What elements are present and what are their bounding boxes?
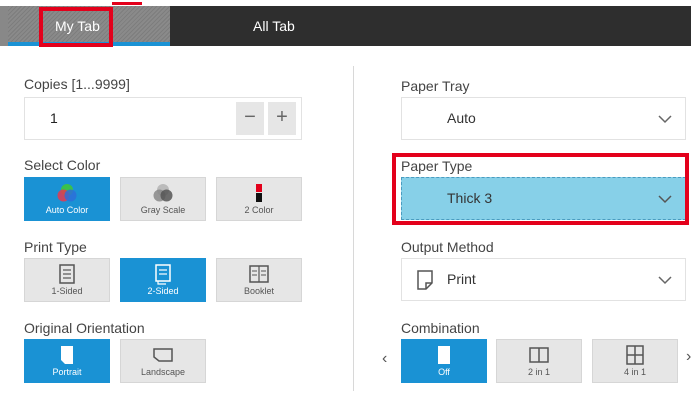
booklet-button[interactable]: Booklet [216, 258, 302, 302]
chevron-down-icon [658, 276, 672, 285]
combination-label: Combination [401, 320, 480, 336]
output-method-label: Output Method [401, 239, 494, 255]
chevron-down-icon [658, 115, 672, 124]
two-sided-icon [155, 264, 171, 285]
auto-color-button[interactable]: Auto Color [24, 177, 110, 221]
copies-label: Copies [1...9999] [24, 76, 130, 92]
portrait-label: Portrait [52, 367, 82, 377]
landscape-icon [153, 348, 173, 362]
two-color-button[interactable]: 2 Color [216, 177, 302, 221]
portrait-icon [61, 346, 73, 364]
four-in-one-icon [626, 345, 644, 365]
paper-type-highlight-box [392, 153, 689, 225]
two-sided-button[interactable]: 2-Sided [120, 258, 206, 302]
output-method-value: Print [447, 271, 476, 287]
print-document-icon [417, 270, 433, 290]
copies-decrement-button[interactable]: − [236, 102, 264, 135]
copies-field[interactable]: 1 − + [24, 97, 302, 140]
original-orientation-label: Original Orientation [24, 320, 145, 336]
tab-all-tab-label: All Tab [253, 18, 295, 34]
select-color-label: Select Color [24, 157, 101, 173]
landscape-button[interactable]: Landscape [120, 339, 206, 383]
combination-next-arrow[interactable]: › [686, 348, 691, 366]
combination-4in1-button[interactable]: 4 in 1 [592, 339, 678, 383]
single-page-icon [438, 346, 450, 364]
landscape-label: Landscape [140, 367, 186, 377]
one-sided-button[interactable]: 1-Sided [24, 258, 110, 302]
paper-tray-label: Paper Tray [401, 78, 470, 94]
output-method-dropdown[interactable]: Print [401, 258, 686, 301]
combination-prev-arrow[interactable]: ‹ [382, 350, 387, 368]
copies-value[interactable]: 1 [50, 110, 58, 126]
portrait-button[interactable]: Portrait [24, 339, 110, 383]
one-sided-label: 1-Sided [51, 286, 83, 296]
combination-2in1-button[interactable]: 2 in 1 [496, 339, 582, 383]
gray-scale-label: Gray Scale [140, 205, 186, 215]
two-in-one-icon [529, 347, 549, 363]
auto-color-icon [57, 184, 77, 202]
combination-2in1-label: 2 in 1 [527, 367, 551, 377]
panel-separator [353, 66, 354, 391]
copies-increment-button[interactable]: + [268, 102, 296, 135]
two-color-label: 2 Color [244, 205, 274, 215]
combination-off-label: Off [438, 367, 450, 377]
booklet-label: Booklet [243, 286, 275, 296]
two-sided-label: 2-Sided [147, 286, 179, 296]
one-sided-icon [59, 264, 75, 284]
my-tab-highlight-box [39, 7, 113, 47]
two-color-icon [256, 184, 262, 202]
gray-scale-button[interactable]: Gray Scale [120, 177, 206, 221]
combination-off-button[interactable]: Off [401, 339, 487, 383]
tab-bar-edge [0, 6, 8, 46]
paper-tray-dropdown[interactable]: Auto [401, 97, 686, 140]
booklet-icon [249, 265, 269, 283]
auto-color-label: Auto Color [45, 205, 89, 215]
top-accent-bar [112, 2, 142, 5]
combination-4in1-label: 4 in 1 [623, 367, 647, 377]
print-type-label: Print Type [24, 239, 87, 255]
paper-tray-value: Auto [447, 110, 476, 126]
gray-scale-icon [153, 184, 173, 202]
